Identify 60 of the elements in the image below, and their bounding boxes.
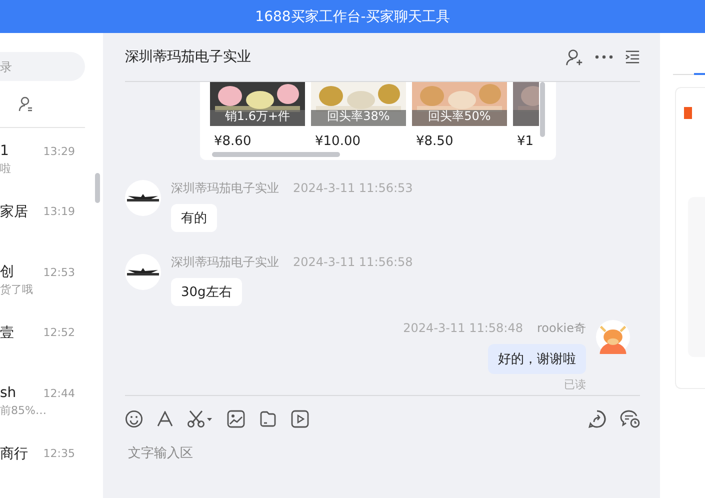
scissors-icon[interactable] <box>187 410 213 428</box>
contact-name: 壹 <box>0 324 14 342</box>
message-bubble: 好的，谢谢啦 <box>488 344 586 374</box>
message-preview: 前85%… <box>0 404 46 417</box>
product-price: ¥10.00 <box>314 134 362 149</box>
message-time: 12:44 <box>43 386 75 400</box>
product-price: ¥1 <box>516 134 535 149</box>
contact-name: sh <box>0 385 16 401</box>
image-icon[interactable] <box>227 410 245 428</box>
chat-title: 深圳蒂玛茄电子实业 <box>125 48 251 66</box>
product-price: ¥8.60 <box>213 134 252 149</box>
conversation-item[interactable]: 商行 12:35 <box>0 444 103 498</box>
share-icon[interactable] <box>588 410 606 428</box>
conversation-item[interactable]: 壹 12:52 <box>0 322 103 383</box>
sender-name: 深圳蒂玛茄电子实业 <box>171 254 279 270</box>
chat-history-icon[interactable] <box>620 410 640 428</box>
contact-name: 家居 <box>0 202 28 220</box>
add-person-icon[interactable] <box>565 48 583 66</box>
window-title: 1688买家工作台-买家聊天工具 <box>255 8 450 26</box>
message-time: 12:52 <box>43 326 75 339</box>
scrollbar[interactable] <box>95 173 100 203</box>
menu-icon[interactable] <box>625 50 640 64</box>
message-time: 12:35 <box>43 447 75 460</box>
font-icon[interactable] <box>157 411 173 427</box>
scrollbar[interactable] <box>540 82 545 137</box>
message-time: 2024-3-11 11:56:58 <box>293 255 413 269</box>
search-field[interactable]: 录 <box>0 52 85 81</box>
avatar-icon[interactable] <box>125 254 161 290</box>
sender-name: 深圳蒂玛茄电子实业 <box>171 180 279 196</box>
contact-name: 商行 <box>0 444 28 462</box>
read-receipt: 已读 <box>564 377 586 392</box>
conversation-item[interactable]: sh 12:44 前85%… <box>0 383 103 444</box>
contact-name: 创 <box>0 263 14 281</box>
shop-badge-icon <box>684 107 692 119</box>
avatar-icon[interactable] <box>125 180 161 216</box>
message-bubble: 30g左右 <box>171 278 242 306</box>
sender-name: rookie奇 <box>536 320 586 336</box>
message-time: 12:53 <box>43 266 75 278</box>
contact-name: 1 <box>0 143 9 159</box>
product-caption: 销1.6万+件 <box>224 108 292 125</box>
conversation-item[interactable]: 家居 13:19 <box>0 202 103 262</box>
message-time: 2024-3-11 11:56:53 <box>293 181 413 195</box>
message-input[interactable]: 文字输入区 <box>125 440 640 490</box>
video-icon[interactable] <box>291 410 309 428</box>
more-icon[interactable] <box>595 55 613 59</box>
message-bubble: 有的 <box>171 204 217 232</box>
product-caption: 回头率50% <box>427 108 492 125</box>
conversation-item[interactable]: 1 13:29 啦 <box>0 141 103 202</box>
message-time: 13:19 <box>43 205 75 218</box>
contact-search-icon[interactable] <box>18 96 34 112</box>
message-time: 2024-3-11 11:58:48 <box>403 321 523 335</box>
folder-icon[interactable] <box>259 410 277 428</box>
message-preview: 货了哦 <box>0 283 33 296</box>
scrollbar[interactable] <box>212 152 340 157</box>
message-time: 13:29 <box>43 144 75 158</box>
emoji-icon[interactable] <box>125 410 143 428</box>
product-price: ¥8.50 <box>415 134 454 149</box>
conversation-item[interactable]: 创 12:53 货了哦 <box>0 262 103 322</box>
product-caption: 回头率38% <box>326 108 391 125</box>
message-preview: 啦 <box>0 162 11 175</box>
